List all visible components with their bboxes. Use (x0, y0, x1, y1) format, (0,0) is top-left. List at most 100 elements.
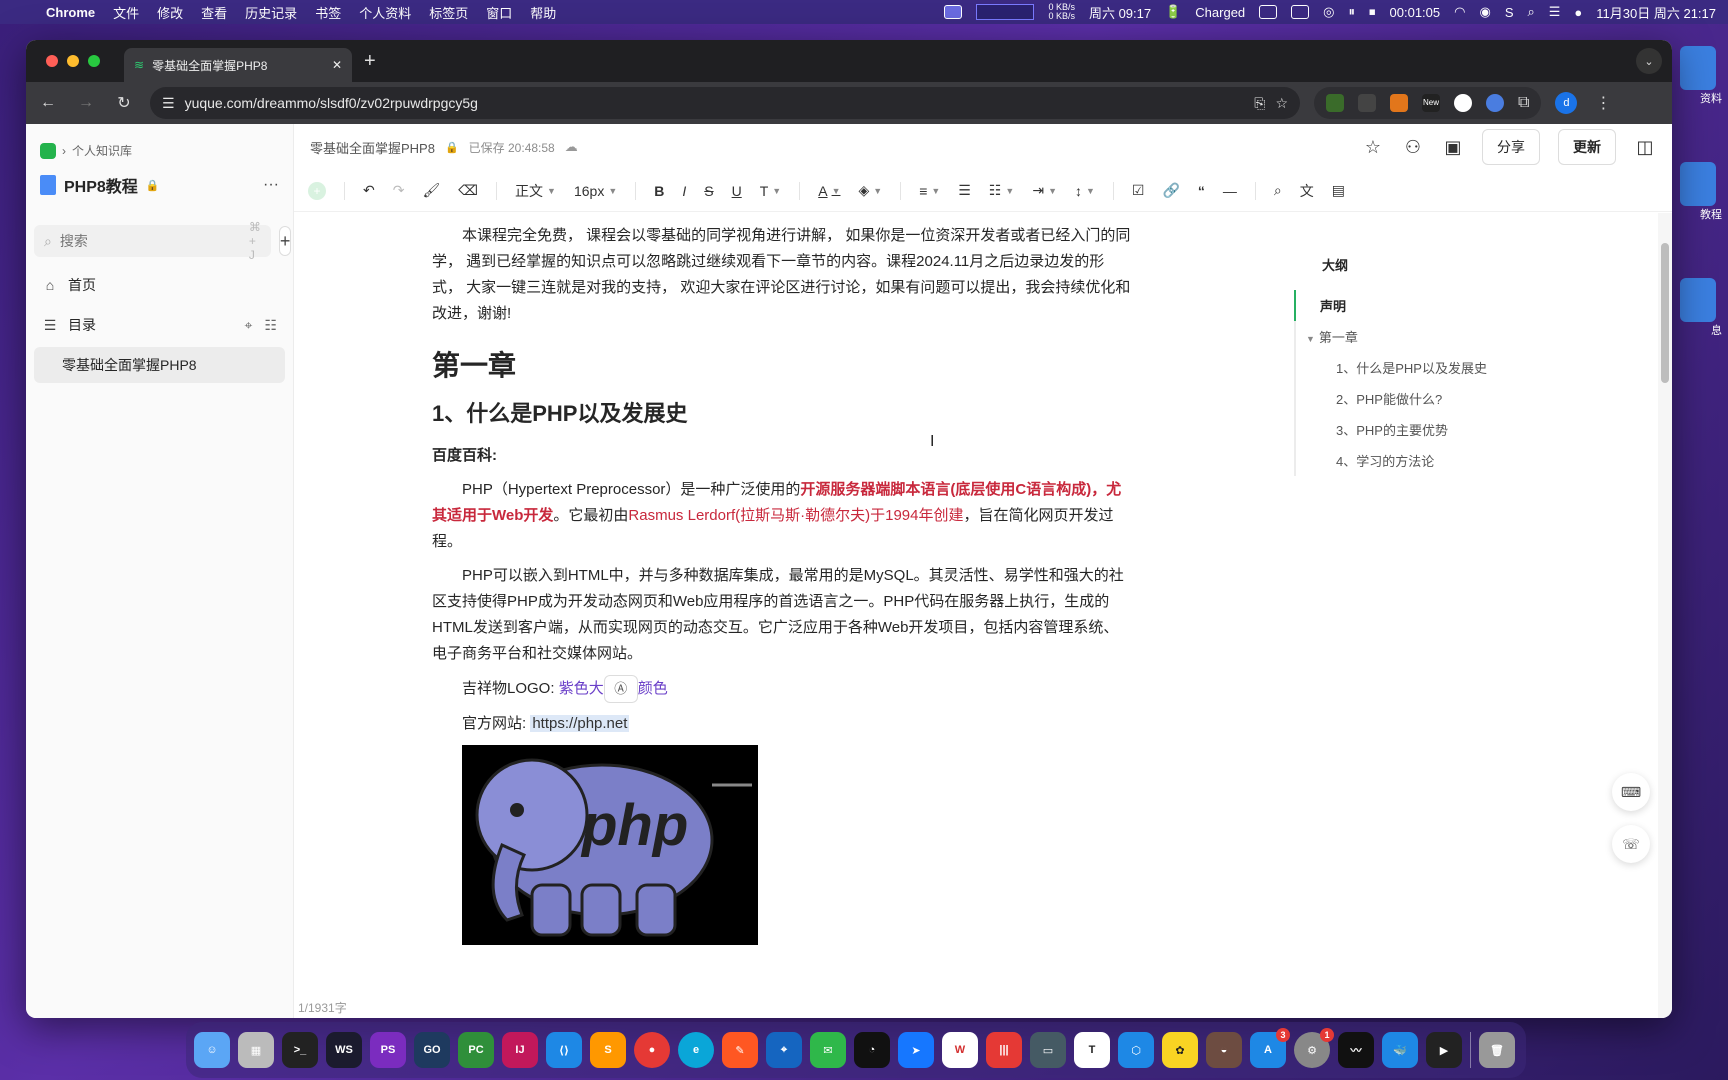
search-input[interactable] (59, 233, 241, 249)
wifi-icon[interactable]: ◠ (1454, 4, 1465, 20)
present-icon[interactable]: ▣ (1442, 137, 1464, 158)
forward-icon[interactable]: → (74, 94, 98, 112)
paragraph-style-select[interactable]: 正文 ▼ (515, 181, 556, 201)
webstorm-icon[interactable]: WS (326, 1032, 362, 1068)
user-icon[interactable]: ◉ (1479, 4, 1490, 20)
site-link[interactable]: https://php.net (530, 715, 630, 732)
activity-monitor-icon[interactable]: 〰 (1338, 1032, 1374, 1068)
doc-title[interactable]: 零基础全面掌握PHP8 (310, 138, 435, 157)
tab-yuque[interactable]: ≋ 零基础全面掌握PHP8 ✕ (124, 48, 352, 82)
desktop-item-3[interactable]: 息 (1680, 278, 1728, 338)
menubar-item-bookmarks[interactable]: 书签 (315, 3, 341, 22)
sublime-icon[interactable]: S (590, 1032, 626, 1068)
locate-icon[interactable]: ⌖ (245, 317, 253, 334)
text-style-icon[interactable]: T ▼ (760, 183, 781, 199)
link-icon[interactable]: 🔗 (1162, 182, 1179, 199)
menubar-item-edit[interactable]: 修改 (157, 3, 183, 22)
vscode-icon[interactable]: ⟨⟩ (546, 1032, 582, 1068)
scrollbar-thumb[interactable] (1661, 243, 1669, 383)
docker-icon[interactable]: 🐳 (1382, 1032, 1418, 1068)
battery-icon[interactable]: 🔋 (1165, 4, 1181, 20)
wps-icon[interactable]: W (942, 1032, 978, 1068)
article-body[interactable]: 本课程完全免费， 课程会以零基础的同学视角进行讲解， 如果你是一位资深开发者或者… (432, 223, 1132, 945)
cpu-graph-icon[interactable] (976, 4, 1035, 20)
sequel-icon[interactable]: ◒ (1206, 1032, 1242, 1068)
extensions-puzzle-icon[interactable]: ⧉ (1518, 94, 1529, 112)
share-button[interactable]: 分享 (1482, 129, 1540, 165)
editor-content[interactable]: 本课程完全免费， 课程会以零基础的同学视角进行讲解， 如果你是一位资深开发者或者… (294, 213, 1672, 1018)
menubar-item-view[interactable]: 查看 (201, 3, 227, 22)
address-bar[interactable]: ☰ yuque.com/dreammo/slsdf0/zv02rpuwdrpgc… (150, 87, 1300, 119)
app-store-icon[interactable]: A3 (1250, 1028, 1290, 1068)
insert-icon[interactable]: + (308, 181, 326, 200)
profile-avatar[interactable]: d (1555, 92, 1578, 114)
menubar-item-help[interactable]: 帮助 (530, 3, 556, 22)
sidebar-doc-item[interactable]: 零基础全面掌握PHP8 (34, 347, 285, 383)
video-capture-icon[interactable]: ▶ (1426, 1032, 1462, 1068)
site-line[interactable]: 官方网站: https://php.net (432, 711, 1132, 737)
desktop-item-1[interactable]: 资料 (1680, 46, 1728, 106)
menubar-item-file[interactable]: 文件 (113, 3, 139, 22)
star-icon[interactable]: ☆ (1362, 137, 1384, 158)
close-tab-icon[interactable]: ✕ (332, 58, 342, 72)
quote-icon[interactable]: “ (1198, 183, 1205, 199)
sidebar-item-home[interactable]: ⌂ 首页 (34, 265, 285, 305)
horizontal-rule-icon[interactable]: — (1223, 183, 1237, 199)
control-center-icon[interactable]: ☰ (1549, 4, 1561, 20)
reload-icon[interactable]: ↻ (112, 93, 136, 113)
audio-icon[interactable]: ||| (986, 1032, 1022, 1068)
feishu-icon[interactable]: ➤ (898, 1032, 934, 1068)
tab-search-chevron-icon[interactable]: ⌄ (1636, 48, 1662, 74)
undo-icon[interactable]: ↶ (363, 182, 375, 199)
virtualbox-icon[interactable]: ⬡ (1118, 1032, 1154, 1068)
zoom-window-button[interactable] (88, 55, 100, 67)
qq-icon[interactable]: ◔ (854, 1032, 890, 1068)
outline-item[interactable]: 2、PHP能做什么? (1296, 383, 1524, 414)
section-heading[interactable]: 1、什么是PHP以及发展史 (432, 401, 1132, 427)
bold-icon[interactable]: B (654, 183, 664, 199)
menubar-item-profile[interactable]: 个人资料 (359, 3, 411, 22)
ai-assistant-icon[interactable]: Ⓐ (603, 675, 638, 703)
battery-level-icon[interactable] (1291, 5, 1310, 19)
menubar-app-name[interactable]: Chrome (46, 5, 95, 20)
chrome-icon[interactable]: ● (634, 1032, 670, 1068)
intro-paragraph[interactable]: 本课程完全免费， 课程会以零基础的同学视角进行讲解， 如果你是一位资深开发者或者… (432, 223, 1132, 327)
scrollbar[interactable] (1658, 213, 1672, 1018)
compass-icon[interactable]: ◎ (1323, 4, 1334, 20)
system-settings-icon[interactable]: ⚙ 1 (1294, 1028, 1334, 1068)
keyboard-icon[interactable] (1259, 5, 1278, 19)
extension-x-icon[interactable] (1454, 94, 1472, 112)
phpstorm-icon[interactable]: PS (370, 1032, 406, 1068)
postman-icon[interactable]: ✎ (722, 1032, 758, 1068)
record-timer[interactable]: 00:01:05 (1390, 5, 1441, 20)
php-elephant-image[interactable]: php (462, 745, 758, 945)
menubar-datetime[interactable]: 11月30日 周六 21:17 (1596, 3, 1716, 22)
menubar-item-window[interactable]: 窗口 (486, 3, 512, 22)
remote-desktop-icon[interactable]: ▭ (1030, 1032, 1066, 1068)
search-box[interactable]: ⌕ ⌘ + J (34, 220, 271, 262)
ordered-list-icon[interactable]: ☷ ▼ (989, 182, 1014, 199)
update-button[interactable]: 更新 (1558, 129, 1616, 165)
font-color-icon[interactable]: A ▼ (818, 183, 840, 199)
menubar-weekday-time[interactable]: 周六 09:17 (1089, 3, 1151, 22)
keyboard-shortcuts-button[interactable]: ⌨ (1612, 773, 1650, 811)
more-icon[interactable]: ··· (263, 176, 279, 194)
paragraph-1[interactable]: PHP（Hypertext Preprocessor）是一种广泛使用的开源服务器… (432, 477, 1132, 555)
yuque-logo-icon[interactable] (40, 142, 56, 159)
menubar-item-tabs[interactable]: 标签页 (429, 3, 468, 22)
extension-blue-icon[interactable] (1486, 94, 1504, 112)
paragraph-2[interactable]: PHP可以嵌入到HTML中，并与多种数据库集成，最常用的是MySQL。其灵活性、… (432, 563, 1132, 667)
chrome-menu-icon[interactable]: ⋮ (1591, 93, 1615, 113)
help-support-button[interactable]: ☏ (1612, 825, 1650, 863)
close-window-button[interactable] (46, 55, 58, 67)
pause-icon[interactable]: ⏸ (1349, 4, 1356, 20)
find-icon[interactable]: ⌕ (1274, 182, 1282, 199)
goland-icon[interactable]: GO (414, 1032, 450, 1068)
edge-icon[interactable]: e (678, 1032, 714, 1068)
breadcrumb-knowledge-base[interactable]: 个人知识库 (72, 142, 132, 159)
pycharm-icon[interactable]: PC (458, 1032, 494, 1068)
outline-item[interactable]: 3、PHP的主要优势 (1296, 414, 1524, 445)
add-collaborator-icon[interactable]: ⚇ (1402, 137, 1424, 158)
metamask-icon[interactable] (1390, 94, 1408, 112)
url-text[interactable]: yuque.com/dreammo/slsdf0/zv02rpuwdrpgcy5… (185, 95, 1245, 111)
